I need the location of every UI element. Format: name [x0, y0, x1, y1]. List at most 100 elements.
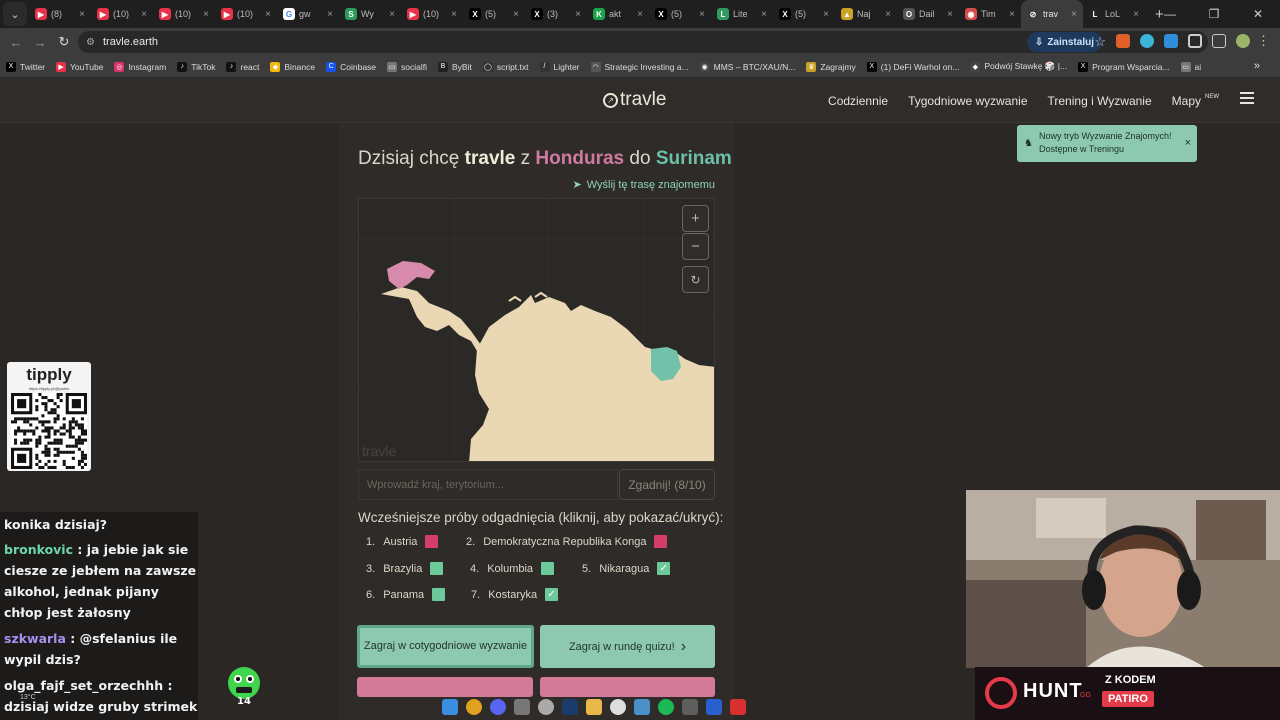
bookmark-item[interactable]: ◯ script.txt — [482, 61, 529, 72]
share-route-link[interactable]: ➤ Wyślij tę trasę znajomemu — [573, 178, 716, 192]
bookmark-item[interactable]: ◉ MMS – BTC/XAU/N... — [699, 61, 795, 72]
steam-taskbar-icon[interactable] — [562, 699, 578, 715]
quiz-round-button[interactable]: Zagraj w rundę quizu! › — [540, 625, 715, 668]
browser-tab[interactable]: Kakt × — [587, 0, 649, 28]
app-taskbar-icon[interactable] — [634, 699, 650, 715]
browser-tab[interactable]: ▶ (10) × — [91, 0, 153, 28]
guess-button[interactable]: Zgadnij! (8/10) — [619, 469, 715, 500]
browser-tab[interactable]: X (5) × — [773, 0, 835, 28]
reset-view-button[interactable]: ↻ — [682, 266, 709, 293]
toast-close-icon[interactable]: × — [1185, 136, 1191, 152]
browser-tab[interactable]: L LoL × — [1083, 0, 1145, 28]
chrome-taskbar-icon[interactable] — [466, 699, 482, 715]
browser-tab[interactable]: O Dail × — [897, 0, 959, 28]
browser-tab[interactable]: Ggw × — [277, 0, 339, 28]
previous-guesses-toggle[interactable]: Wcześniejsze próby odgadnięcia (kliknij,… — [358, 510, 723, 525]
site-info-icon[interactable]: ⚙ — [86, 37, 95, 48]
site-logo[interactable]: ↗ travle — [603, 89, 666, 111]
bookmark-item[interactable]: C Coinbase — [326, 61, 376, 72]
bookmark-item[interactable]: B ByBit — [438, 61, 472, 72]
browser-tab[interactable]: X (3) × — [525, 0, 587, 28]
tab-close-icon[interactable]: × — [823, 9, 829, 20]
bookmark-item[interactable]: X (1) DeFi Warhol on... — [866, 61, 959, 72]
bookmark-item[interactable]: ♪ react — [226, 61, 259, 72]
nav-training[interactable]: Trening i Wyzwanie — [1048, 94, 1152, 108]
tab-close-icon[interactable]: × — [699, 9, 705, 20]
tab-close-icon[interactable]: × — [575, 9, 581, 20]
reload-icon[interactable]: ↻ — [52, 34, 76, 50]
profile-avatar[interactable] — [1236, 34, 1250, 48]
bookmark-item[interactable]: ♪ TikTok — [177, 61, 215, 72]
snipping-taskbar-icon[interactable] — [514, 699, 530, 715]
tab-close-icon[interactable]: × — [265, 9, 271, 20]
tab-close-icon[interactable]: × — [1133, 9, 1139, 20]
browser-menu-icon[interactable]: ⋮ — [1257, 33, 1270, 49]
hamburger-menu-icon[interactable] — [1240, 92, 1254, 107]
side-panel-icon[interactable] — [1212, 34, 1226, 48]
tab-close-icon[interactable]: × — [327, 9, 333, 20]
tab-close-icon[interactable]: × — [79, 9, 85, 20]
minimize-icon[interactable]: — — [1148, 7, 1192, 21]
tab-close-icon[interactable]: × — [203, 9, 209, 20]
country-input[interactable]: Wprowadź kraj, terytorium... — [358, 469, 618, 500]
tab-close-icon[interactable]: × — [451, 9, 457, 20]
guess-item[interactable]: 2. Demokratyczna Republika Konga — [466, 532, 668, 551]
guess-item[interactable]: 6. Panama — [366, 585, 446, 604]
nav-weekly[interactable]: Tygodniowe wyzwanie — [908, 94, 1027, 108]
close-window-icon[interactable]: ✕ — [1236, 7, 1280, 21]
browser-tab[interactable]: ▲ Naj × — [835, 0, 897, 28]
browser-tab[interactable]: ▶ (10) × — [401, 0, 463, 28]
nav-daily[interactable]: Codziennie — [828, 94, 888, 108]
extension-blue-icon[interactable] — [1140, 34, 1154, 48]
folder-taskbar-icon[interactable] — [586, 699, 602, 715]
bookmark-item[interactable]: ▭ socialfi — [387, 61, 427, 72]
browser-tab[interactable]: ⊘ trav × — [1021, 0, 1083, 28]
translate-icon[interactable] — [1164, 34, 1178, 48]
guess-item[interactable]: 3. Brazylia — [366, 559, 444, 578]
tab-close-icon[interactable]: × — [885, 9, 891, 20]
back-icon[interactable]: ← — [4, 35, 28, 50]
bookmark-item[interactable]: ◠ Strategic Investing a... — [590, 61, 689, 72]
browser-tab[interactable]: S Wy × — [339, 0, 401, 28]
restore-icon[interactable]: ❐ — [1192, 7, 1236, 21]
bookmark-item[interactable]: X Program Wsparcia... — [1078, 61, 1170, 72]
browser-tab[interactable]: ▶ (10) × — [215, 0, 277, 28]
tab-close-icon[interactable]: × — [1071, 9, 1077, 20]
app-taskbar-icon[interactable] — [730, 699, 746, 715]
tab-close-icon[interactable]: × — [637, 9, 643, 20]
bookmark-item[interactable]: ▭ ai — [1180, 61, 1201, 72]
bookmark-item[interactable]: ◎ Instagram — [114, 61, 166, 72]
guess-item[interactable]: 7. Kostaryka ✓ — [471, 585, 559, 604]
bookmarks-overflow-icon[interactable]: » — [1254, 60, 1260, 72]
extension-fox-icon[interactable] — [1116, 34, 1130, 48]
browser-tab[interactable]: X (5) × — [463, 0, 525, 28]
tab-close-icon[interactable]: × — [947, 9, 953, 20]
weekly-challenge-button[interactable]: Zagraj w cotygodniowe wyzwanie — [357, 625, 534, 668]
nav-maps[interactable]: Mapy NEW — [1172, 94, 1219, 108]
windows-start-icon[interactable] — [442, 699, 458, 715]
zoom-out-button[interactable]: − — [682, 233, 709, 260]
tab-close-icon[interactable]: × — [389, 9, 395, 20]
extensions-puzzle-icon[interactable] — [1188, 34, 1202, 48]
zoom-in-button[interactable]: + — [682, 205, 709, 232]
app-taskbar-icon[interactable] — [610, 699, 626, 715]
browser-tab[interactable]: L Lite × — [711, 0, 773, 28]
tab-close-icon[interactable]: × — [761, 9, 767, 20]
discord-taskbar-icon[interactable] — [490, 699, 506, 715]
bookmark-item[interactable]: / Lighter — [539, 61, 580, 72]
bookmark-item[interactable]: ◆ Binance — [270, 61, 315, 72]
browser-tab[interactable]: X (5) × — [649, 0, 711, 28]
tab-close-icon[interactable]: × — [141, 9, 147, 20]
browser-tab[interactable]: ▶ (10) × — [153, 0, 215, 28]
app-taskbar-icon[interactable] — [706, 699, 722, 715]
bookmark-item[interactable]: X Twitter — [6, 61, 45, 72]
browser-tab[interactable]: ▶ (8) × — [29, 0, 91, 28]
guess-item[interactable]: 4. Kolumbia — [470, 559, 555, 578]
spotify-taskbar-icon[interactable] — [658, 699, 674, 715]
guess-item[interactable]: 5. Nikaragua ✓ — [582, 559, 671, 578]
tab-search-button[interactable]: ⌄ — [3, 2, 27, 26]
route-map[interactable]: + − ↻ travle — [358, 198, 715, 462]
guess-item[interactable]: 1. Austria — [366, 532, 439, 551]
tab-close-icon[interactable]: × — [513, 9, 519, 20]
bookmark-item[interactable]: ◆ Podwój Stawkę 🎲 |... — [970, 61, 1067, 72]
